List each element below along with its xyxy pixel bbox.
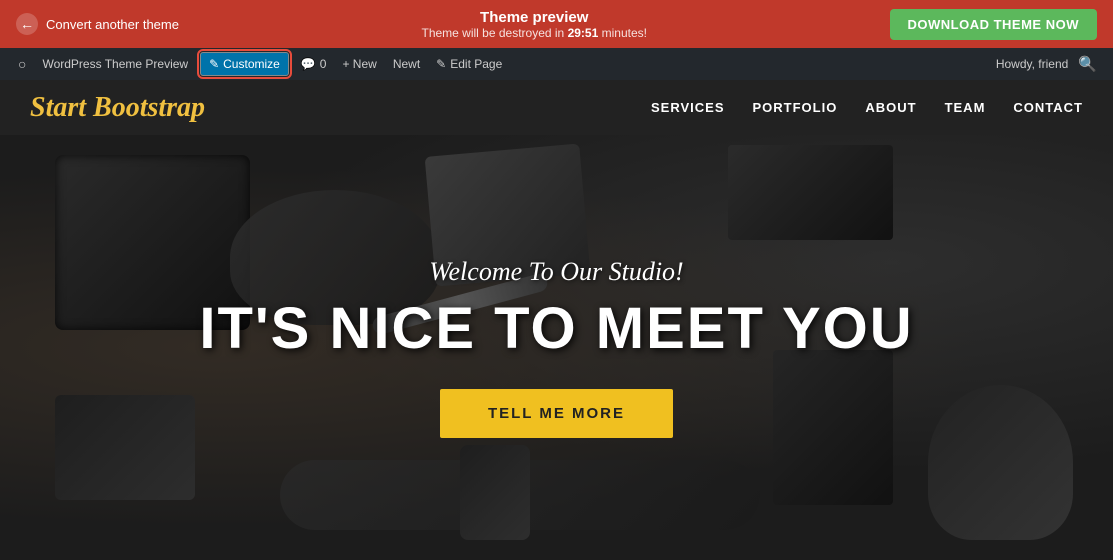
theme-preview-label: WordPress Theme Preview [42, 57, 188, 71]
nav-contact[interactable]: CONTACT [1013, 100, 1083, 115]
subtitle-post: minutes! [598, 26, 647, 40]
hero-content: Welcome To Our Studio! IT'S NICE TO MEET… [199, 257, 913, 438]
wp-icon: ○ [18, 56, 26, 72]
hero-book-shape [728, 145, 893, 240]
hero-subtitle: Welcome To Our Studio! [199, 257, 913, 287]
hero-section: Welcome To Our Studio! IT'S NICE TO MEET… [0, 135, 1113, 560]
search-icon[interactable]: 🔍 [1072, 55, 1103, 73]
convert-label: Convert another theme [46, 17, 179, 32]
hero-cta-button[interactable]: TELL ME MORE [440, 389, 673, 438]
nav-team[interactable]: TEAM [945, 100, 986, 115]
customize-button[interactable]: ✎ Customize [200, 52, 289, 76]
back-icon: ← [16, 13, 38, 35]
new-label: + New [342, 57, 376, 71]
banner-center: Theme preview Theme will be destroyed in… [422, 9, 647, 40]
banner-title: Theme preview [422, 9, 647, 26]
wp-logo-button[interactable]: ○ [10, 48, 34, 80]
site-title[interactable]: Start Bootstrap [30, 92, 205, 124]
pencil-icon: ✎ [209, 57, 219, 71]
download-theme-button[interactable]: DOWNLOAD THEME NOW [890, 9, 1097, 40]
nav-about[interactable]: ABOUT [865, 100, 916, 115]
new-content-button[interactable]: + New [334, 48, 384, 80]
theme-preview-banner: ← Convert another theme Theme preview Th… [0, 0, 1113, 48]
comment-icon: 💬 [301, 57, 316, 71]
edit-page-button[interactable]: ✎ Edit Page [428, 48, 510, 80]
subtitle-pre: Theme will be destroyed in [422, 26, 568, 40]
convert-another-button[interactable]: ← Convert another theme [16, 13, 179, 35]
edit-label: Edit Page [450, 57, 502, 71]
admin-right: Howdy, friend 🔍 [996, 55, 1103, 73]
customize-label: Customize [223, 57, 280, 71]
howdy-label: Howdy, friend [996, 57, 1068, 71]
nav-portfolio[interactable]: PORTFOLIO [753, 100, 838, 115]
comment-count: 0 [320, 57, 327, 71]
newt-link[interactable]: Newt [385, 48, 428, 80]
admin-bar: ○ WordPress Theme Preview ✎ Customize 💬 … [0, 48, 1113, 80]
newt-label: Newt [393, 57, 420, 71]
comments-link[interactable]: 💬 0 [293, 48, 335, 80]
hero-phone-shape [55, 395, 195, 500]
theme-preview-link[interactable]: WordPress Theme Preview [34, 48, 196, 80]
nav-links: SERVICES PORTFOLIO ABOUT TEAM CONTACT [651, 100, 1083, 115]
site-nav: Start Bootstrap SERVICES PORTFOLIO ABOUT… [0, 80, 1113, 135]
nav-services[interactable]: SERVICES [651, 100, 725, 115]
hero-watch-shape [460, 445, 530, 540]
hero-headphones-shape [928, 385, 1073, 540]
countdown-timer: 29:51 [568, 26, 599, 40]
edit-icon: ✎ [436, 57, 446, 71]
banner-subtitle: Theme will be destroyed in 29:51 minutes… [422, 26, 647, 40]
hero-title: IT'S NICE TO MEET YOU [199, 297, 913, 361]
